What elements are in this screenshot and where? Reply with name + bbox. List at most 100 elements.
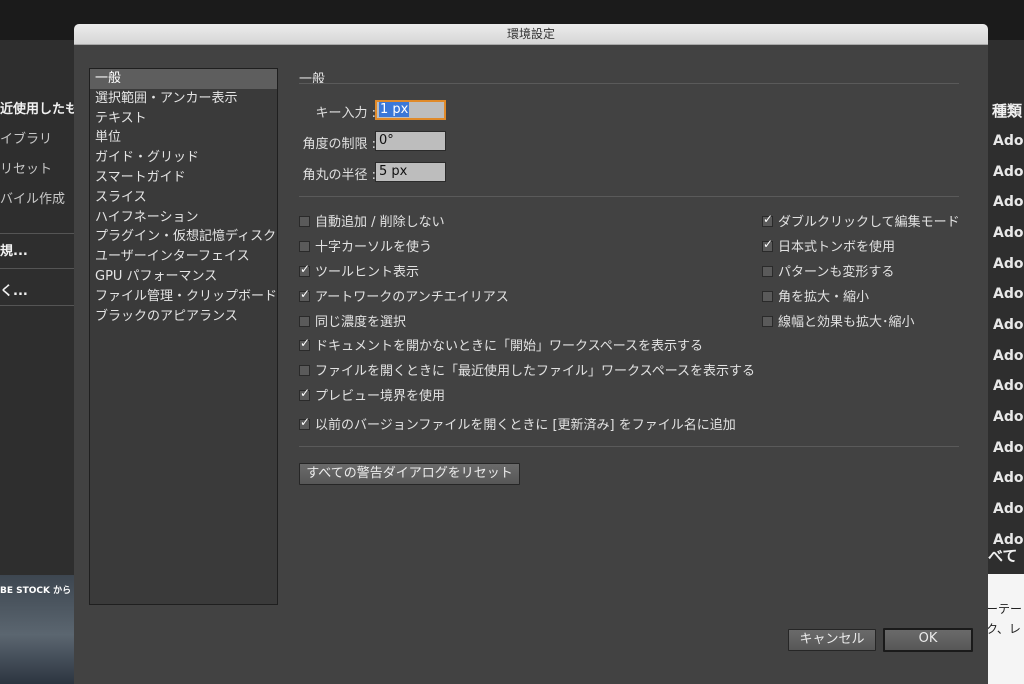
checkbox-transform-pattern-tiles[interactable]: パターンも変形する bbox=[762, 261, 894, 280]
corner-radius-input[interactable]: 5 px bbox=[375, 162, 446, 182]
checkbox-append-converted[interactable]: 以前のバージョンファイルを開くときに [更新済み] をファイル名に追加 bbox=[299, 414, 736, 433]
section-divider bbox=[299, 83, 959, 84]
background-right-panel: 種類 Adob Adob Adob Adob Adob Adob Adob Ad… bbox=[988, 40, 1024, 684]
bg-list-item: Adob bbox=[993, 133, 1024, 149]
category-list[interactable]: 一般 選択範囲・アンカー表示 テキスト 単位 ガイド・グリッド スマートガイド … bbox=[89, 68, 278, 605]
corner-radius-row: 角丸の半径 : 5 px bbox=[299, 162, 599, 183]
category-hyphenation[interactable]: ハイフネーション bbox=[90, 208, 277, 228]
bg-list-item: Adob bbox=[993, 225, 1024, 241]
checkbox-label: ツールヒント表示 bbox=[315, 265, 420, 280]
fields-divider bbox=[299, 196, 959, 197]
checkbox-select-same-tint[interactable]: 同じ濃度を選択 bbox=[299, 311, 407, 330]
key-increment-label: キー入力 : bbox=[315, 106, 376, 121]
bg-list-item: Adob bbox=[993, 164, 1024, 180]
bg-list-item: Adob bbox=[993, 256, 1024, 272]
checkbox-show-recent-files-workspace[interactable]: ファイルを開くときに「最近使用したファイル」ワークスペースを表示する bbox=[299, 360, 756, 379]
checkbox-show-start-workspace[interactable]: ドキュメントを開かないときに「開始」ワークスペースを表示する bbox=[299, 335, 704, 354]
checkbox-label: 十字カーソルを使う bbox=[315, 240, 433, 255]
background-left-panel: 近使用したも イブラリ リセット バイル作成 規... く... BE STOC… bbox=[0, 40, 74, 684]
cancel-button[interactable]: キャンセル bbox=[788, 629, 876, 651]
bg-list-item: Adob bbox=[993, 501, 1024, 517]
bg-all-header: べて bbox=[988, 547, 1018, 565]
category-smart-guides[interactable]: スマートガイド bbox=[90, 168, 277, 188]
checkbox-box[interactable] bbox=[299, 336, 310, 351]
checkbox-label: 自動追加 / 削除しない bbox=[315, 215, 445, 230]
checkbox-scale-corners[interactable]: 角を拡大・縮小 bbox=[762, 286, 870, 305]
bg-library-label: イブラリ bbox=[0, 132, 53, 147]
checkbox-label: ダブルクリックして編集モード bbox=[778, 215, 960, 230]
category-gpu-performance[interactable]: GPU パフォーマンス bbox=[90, 267, 277, 287]
bg-mobile-label: バイル作成 bbox=[0, 192, 66, 207]
checkbox-box[interactable] bbox=[299, 241, 310, 252]
reset-warning-dialogs-button[interactable]: すべての警告ダイアログをリセット bbox=[299, 463, 520, 485]
checkbox-divider bbox=[299, 446, 959, 447]
checkbox-double-click-isolate[interactable]: ダブルクリックして編集モード bbox=[762, 211, 960, 230]
checkbox-show-tool-tips[interactable]: ツールヒント表示 bbox=[299, 261, 420, 280]
checkbox-use-preview-bounds[interactable]: プレビュー境界を使用 bbox=[299, 385, 446, 404]
checkbox-precise-cursors[interactable]: 十字カーソルを使う bbox=[299, 236, 433, 255]
bg-list-item: Adob bbox=[993, 378, 1024, 394]
bg-card-line: ク、レ bbox=[988, 622, 1021, 636]
bg-list-item: Adob bbox=[993, 409, 1024, 425]
bg-recent-label: 近使用したも bbox=[0, 102, 74, 117]
checkbox-label: プレビュー境界を使用 bbox=[315, 389, 446, 404]
bg-divider bbox=[0, 305, 74, 306]
category-slices[interactable]: スライス bbox=[90, 188, 277, 208]
preferences-dialog: 環境設定 一般 選択範囲・アンカー表示 テキスト 単位 ガイド・グリッド スマー… bbox=[74, 24, 988, 684]
key-increment-input[interactable]: 1 px bbox=[375, 100, 446, 120]
bg-list-item: Adob bbox=[993, 348, 1024, 364]
checkbox-label: 同じ濃度を選択 bbox=[315, 315, 407, 330]
checkbox-box[interactable] bbox=[762, 291, 773, 302]
checkbox-label: アートワークのアンチエイリアス bbox=[315, 290, 509, 305]
category-units[interactable]: 単位 bbox=[90, 128, 277, 148]
bg-type-header: 種類 bbox=[992, 102, 1023, 120]
bg-list-item: Adob bbox=[993, 470, 1024, 486]
checkbox-box[interactable] bbox=[762, 316, 773, 327]
category-selection-anchor[interactable]: 選択範囲・アンカー表示 bbox=[90, 89, 277, 109]
corner-radius-label: 角丸の半径 : bbox=[302, 168, 376, 183]
bg-open-button: く... bbox=[0, 284, 28, 299]
key-increment-value: 1 px bbox=[379, 102, 410, 117]
checkbox-japanese-crop-marks[interactable]: 日本式トンボを使用 bbox=[762, 236, 896, 255]
category-guides-grid[interactable]: ガイド・グリッド bbox=[90, 148, 277, 168]
checkbox-box[interactable] bbox=[299, 262, 310, 277]
checkbox-label: 日本式トンボを使用 bbox=[778, 240, 896, 255]
checkbox-anti-aliased-artwork[interactable]: アートワークのアンチエイリアス bbox=[299, 286, 509, 305]
general-settings-panel: 一般 キー入力 : 1 px 角度の制限 : 0° 角丸の半径 : 5 px 自… bbox=[299, 68, 960, 485]
ok-button[interactable]: OK bbox=[883, 628, 973, 652]
checkbox-box[interactable] bbox=[299, 216, 310, 227]
checkbox-label: 以前のバージョンファイルを開くときに [更新済み] をファイル名に追加 bbox=[315, 418, 736, 433]
category-plugins-scratch-disks[interactable]: プラグイン・仮想記憶ディスク bbox=[90, 227, 277, 247]
bg-list-item: Adob bbox=[993, 317, 1024, 333]
checkbox-label: ドキュメントを開かないときに「開始」ワークスペースを表示する bbox=[315, 339, 704, 354]
category-file-handling-clipboard[interactable]: ファイル管理・クリップボード bbox=[90, 287, 277, 307]
constrain-angle-input[interactable]: 0° bbox=[375, 131, 446, 151]
bg-card: ーテー ク、レ bbox=[988, 574, 1024, 684]
checkbox-box[interactable] bbox=[299, 316, 310, 327]
checkbox-box[interactable] bbox=[299, 415, 310, 430]
category-appearance-of-black[interactable]: ブラックのアピアランス bbox=[90, 307, 277, 327]
checkbox-scale-strokes-effects[interactable]: 線幅と効果も拡大･縮小 bbox=[762, 311, 915, 330]
bg-stock-banner: BE STOCK から 10 bbox=[0, 575, 74, 684]
bg-divider bbox=[0, 233, 74, 234]
checkbox-label: ファイルを開くときに「最近使用したファイル」ワークスペースを表示する bbox=[315, 364, 756, 379]
bg-list-item: Adob bbox=[993, 194, 1024, 210]
checkbox-box[interactable] bbox=[762, 266, 773, 277]
checkbox-box[interactable] bbox=[762, 212, 773, 227]
category-user-interface[interactable]: ユーザーインターフェイス bbox=[90, 247, 277, 267]
bg-stock-caption: BE STOCK から 10 bbox=[0, 586, 74, 596]
checkbox-disable-auto-add-delete[interactable]: 自動追加 / 削除しない bbox=[299, 211, 445, 230]
constrain-angle-row: 角度の制限 : 0° bbox=[299, 131, 599, 152]
bg-card-line: ーテー bbox=[988, 602, 1023, 616]
checkbox-box[interactable] bbox=[299, 365, 310, 376]
checkbox-label: 角を拡大・縮小 bbox=[778, 290, 870, 305]
checkbox-box[interactable] bbox=[299, 386, 310, 401]
checkbox-box[interactable] bbox=[762, 237, 773, 252]
bg-new-button: 規... bbox=[0, 244, 28, 259]
category-general[interactable]: 一般 bbox=[90, 69, 277, 89]
constrain-angle-label: 角度の制限 : bbox=[302, 137, 376, 152]
bg-divider bbox=[0, 268, 74, 269]
checkbox-box[interactable] bbox=[299, 287, 310, 302]
category-text[interactable]: テキスト bbox=[90, 109, 277, 129]
bg-list-item: Adob bbox=[993, 440, 1024, 456]
